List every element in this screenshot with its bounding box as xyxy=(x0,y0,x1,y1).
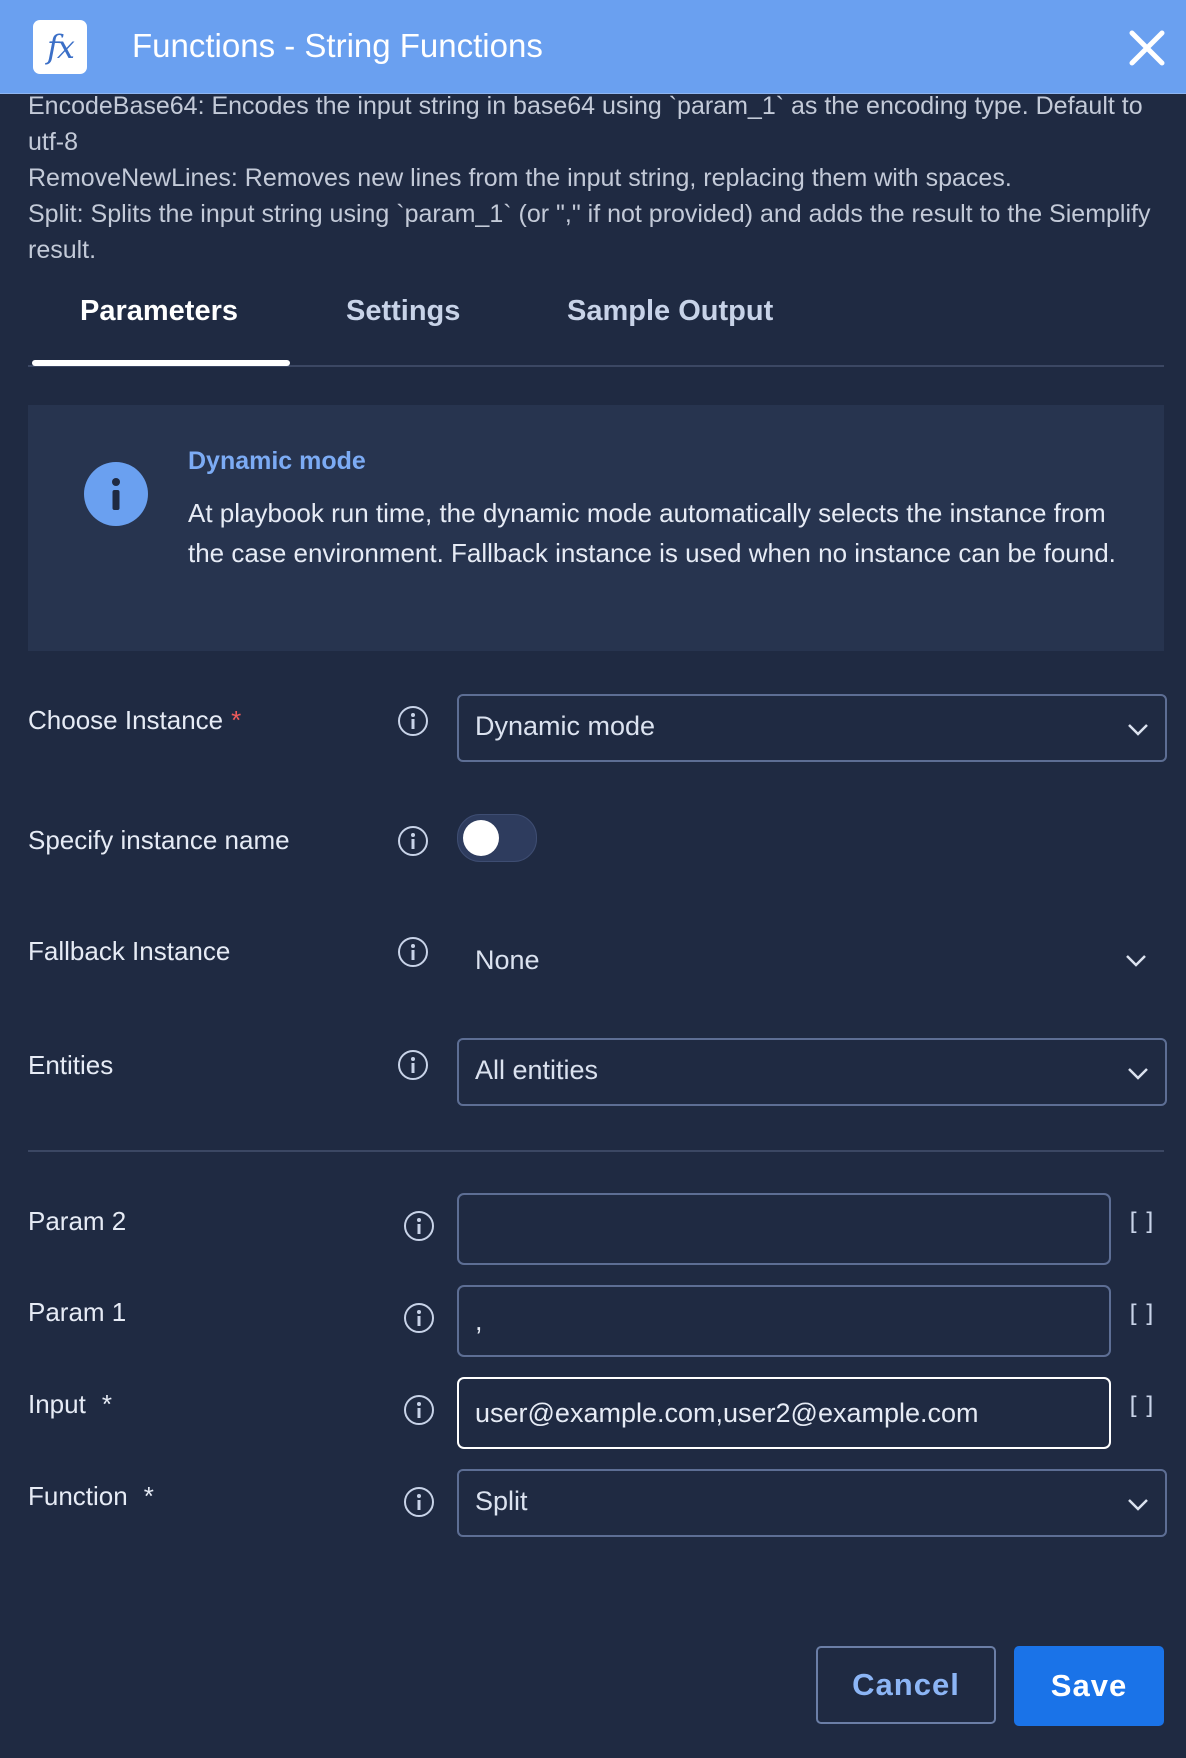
choose-instance-select[interactable]: Dynamic mode xyxy=(457,694,1167,762)
save-button[interactable]: Save xyxy=(1014,1646,1164,1726)
active-tab-indicator xyxy=(32,360,290,366)
chevron-down-icon xyxy=(1128,724,1148,736)
param-2-label: Param 2 xyxy=(28,1206,127,1236)
select-value: Split xyxy=(475,1486,528,1516)
entities-label: Entities xyxy=(28,1050,114,1080)
select-value: Dynamic mode xyxy=(475,711,656,741)
dialog-header: fx Functions - String Functions xyxy=(0,0,1186,94)
info-outline-icon[interactable] xyxy=(403,1394,435,1426)
info-outline-icon[interactable] xyxy=(397,936,429,968)
tab-parameters[interactable]: Parameters xyxy=(80,295,238,328)
field-label: Choose Instance xyxy=(28,705,224,735)
input-value: user@example.com,user2@example.com xyxy=(475,1398,979,1428)
placeholder-insert-button[interactable]: [] xyxy=(1126,1392,1159,1420)
select-value: None xyxy=(475,945,540,975)
fallback-instance-select[interactable]: None xyxy=(457,925,1163,989)
close-icon xyxy=(1129,30,1165,66)
tab-sample-output[interactable]: Sample Output xyxy=(567,295,773,328)
specify-instance-name-label: Specify instance name xyxy=(28,825,290,855)
description-line: EncodeBase64: Encodes the input string i… xyxy=(28,92,1143,156)
required-marker: * xyxy=(101,1389,112,1419)
function-description: EncodeBase64: Encodes the input string i… xyxy=(28,88,1168,268)
section-divider xyxy=(28,1150,1164,1152)
placeholder-insert-button[interactable]: [] xyxy=(1126,1300,1159,1328)
input-value: , xyxy=(475,1306,483,1336)
info-outline-icon[interactable] xyxy=(403,1302,435,1334)
required-marker: * xyxy=(143,1481,154,1511)
field-label: Function xyxy=(28,1481,128,1511)
specify-instance-name-toggle[interactable] xyxy=(457,814,537,862)
description-line: Split: Splits the input string using `pa… xyxy=(28,200,1151,264)
field-label: Input xyxy=(28,1389,86,1419)
info-outline-icon[interactable] xyxy=(403,1486,435,1518)
function-label: Function * xyxy=(28,1481,154,1512)
info-outline-icon[interactable] xyxy=(397,1049,429,1081)
close-button[interactable] xyxy=(1124,25,1170,71)
param-1-label: Param 1 xyxy=(28,1297,127,1327)
placeholder-insert-button[interactable]: [] xyxy=(1126,1208,1159,1236)
dialog-title: Functions - String Functions xyxy=(132,27,543,64)
logo-text: fx xyxy=(47,28,75,66)
info-outline-icon[interactable] xyxy=(397,825,429,857)
tab-settings[interactable]: Settings xyxy=(346,295,460,328)
select-value: All entities xyxy=(475,1055,599,1085)
chevron-down-icon xyxy=(1126,955,1146,967)
param-2-input[interactable] xyxy=(457,1193,1111,1265)
dynamic-mode-info-box: Dynamic mode At playbook run time, the d… xyxy=(28,405,1164,651)
description-line: RemoveNewLines: Removes new lines from t… xyxy=(28,164,1012,192)
param-1-input[interactable]: , xyxy=(457,1285,1111,1357)
info-box-title: Dynamic mode xyxy=(188,447,366,475)
info-box-text: At playbook run time, the dynamic mode a… xyxy=(188,498,1116,568)
info-icon xyxy=(84,462,148,526)
tab-bar: Parameters Settings Sample Output xyxy=(28,285,1164,367)
required-marker: * xyxy=(231,705,242,735)
input-label: Input * xyxy=(28,1389,112,1420)
info-outline-icon[interactable] xyxy=(397,705,429,737)
functions-logo-icon: fx xyxy=(33,20,87,74)
entities-select[interactable]: All entities xyxy=(457,1038,1167,1106)
toggle-knob xyxy=(463,820,499,856)
choose-instance-label: Choose Instance * xyxy=(28,705,241,736)
cancel-button[interactable]: Cancel xyxy=(816,1646,996,1724)
chevron-down-icon xyxy=(1128,1499,1148,1511)
info-outline-icon[interactable] xyxy=(403,1210,435,1242)
function-select[interactable]: Split xyxy=(457,1469,1167,1537)
fallback-instance-label: Fallback Instance xyxy=(28,936,231,966)
input-field[interactable]: user@example.com,user2@example.com xyxy=(457,1377,1111,1449)
chevron-down-icon xyxy=(1128,1068,1148,1080)
